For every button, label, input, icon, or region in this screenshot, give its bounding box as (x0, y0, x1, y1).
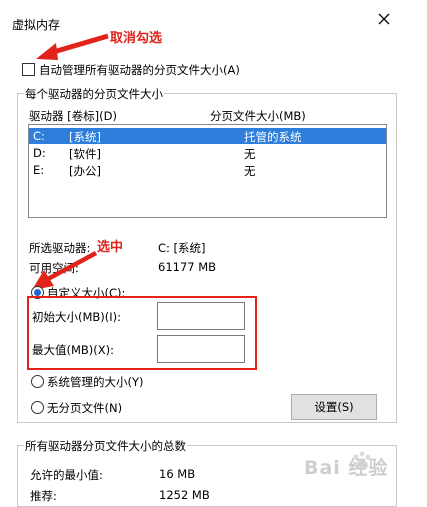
initial-size-input[interactable] (157, 302, 245, 330)
close-icon (378, 13, 390, 25)
watermark-text: Bai 经验 (304, 457, 389, 479)
auto-manage-checkbox[interactable] (22, 63, 35, 76)
recommended-label: 推荐: (30, 489, 57, 503)
min-allowed-label: 允许的最小值: (30, 468, 103, 482)
annotation-uncheck-hint: 取消勾选 (110, 31, 163, 46)
max-size-label: 最大值(MB)(X): (32, 343, 115, 357)
selected-drive-value: C: [系统] (158, 241, 206, 255)
close-button[interactable] (376, 11, 392, 27)
recommended-value: 1252 MB (159, 488, 210, 502)
column-header-drive: 驱动器 [卷标](D) (29, 109, 117, 123)
red-arrow-icon (36, 33, 109, 60)
drive-list[interactable]: C: [系统] 托管的系统 D: [软件] 无 E: [办公] 无 (28, 124, 387, 218)
auto-manage-label[interactable]: 自动管理所有驱动器的分页文件大小(A) (39, 62, 240, 78)
drive-size: 托管的系统 (244, 130, 302, 144)
no-paging-radio[interactable] (31, 401, 44, 414)
drive-group-legend: 每个驱动器的分页文件大小 (24, 86, 164, 102)
total-group-legend: 所有驱动器分页文件大小的总数 (24, 438, 187, 454)
system-managed-label[interactable]: 系统管理的大小(Y) (47, 374, 144, 390)
available-space-value: 61177 MB (158, 260, 217, 274)
watermark-logo: Bai 经验 (300, 448, 425, 479)
drive-row-d[interactable]: D: [软件] 无 (29, 145, 386, 161)
set-button[interactable]: 设置(S) (291, 394, 377, 420)
drive-row-e[interactable]: E: [办公] 无 (29, 162, 386, 178)
min-allowed-value: 16 MB (159, 467, 196, 481)
drive-size: 无 (244, 147, 256, 161)
no-paging-label[interactable]: 无分页文件(N) (47, 400, 122, 416)
drive-letter: C: (33, 129, 45, 143)
window-title: 虚拟内存 (12, 18, 61, 32)
drive-letter: E: (33, 163, 45, 177)
drive-label: [软件] (69, 147, 101, 161)
drive-size: 无 (244, 164, 256, 178)
drive-label: [办公] (69, 164, 101, 178)
initial-size-label: 初始大小(MB)(I): (32, 310, 122, 324)
annotation-select-hint: 选中 (97, 240, 124, 255)
drive-row-c[interactable]: C: [系统] 托管的系统 (29, 128, 386, 144)
system-managed-radio[interactable] (31, 375, 44, 388)
drive-letter: D: (33, 146, 46, 160)
drive-label: [系统] (69, 130, 101, 144)
column-header-size: 分页文件大小(MB) (210, 109, 306, 123)
max-size-input[interactable] (157, 335, 245, 363)
